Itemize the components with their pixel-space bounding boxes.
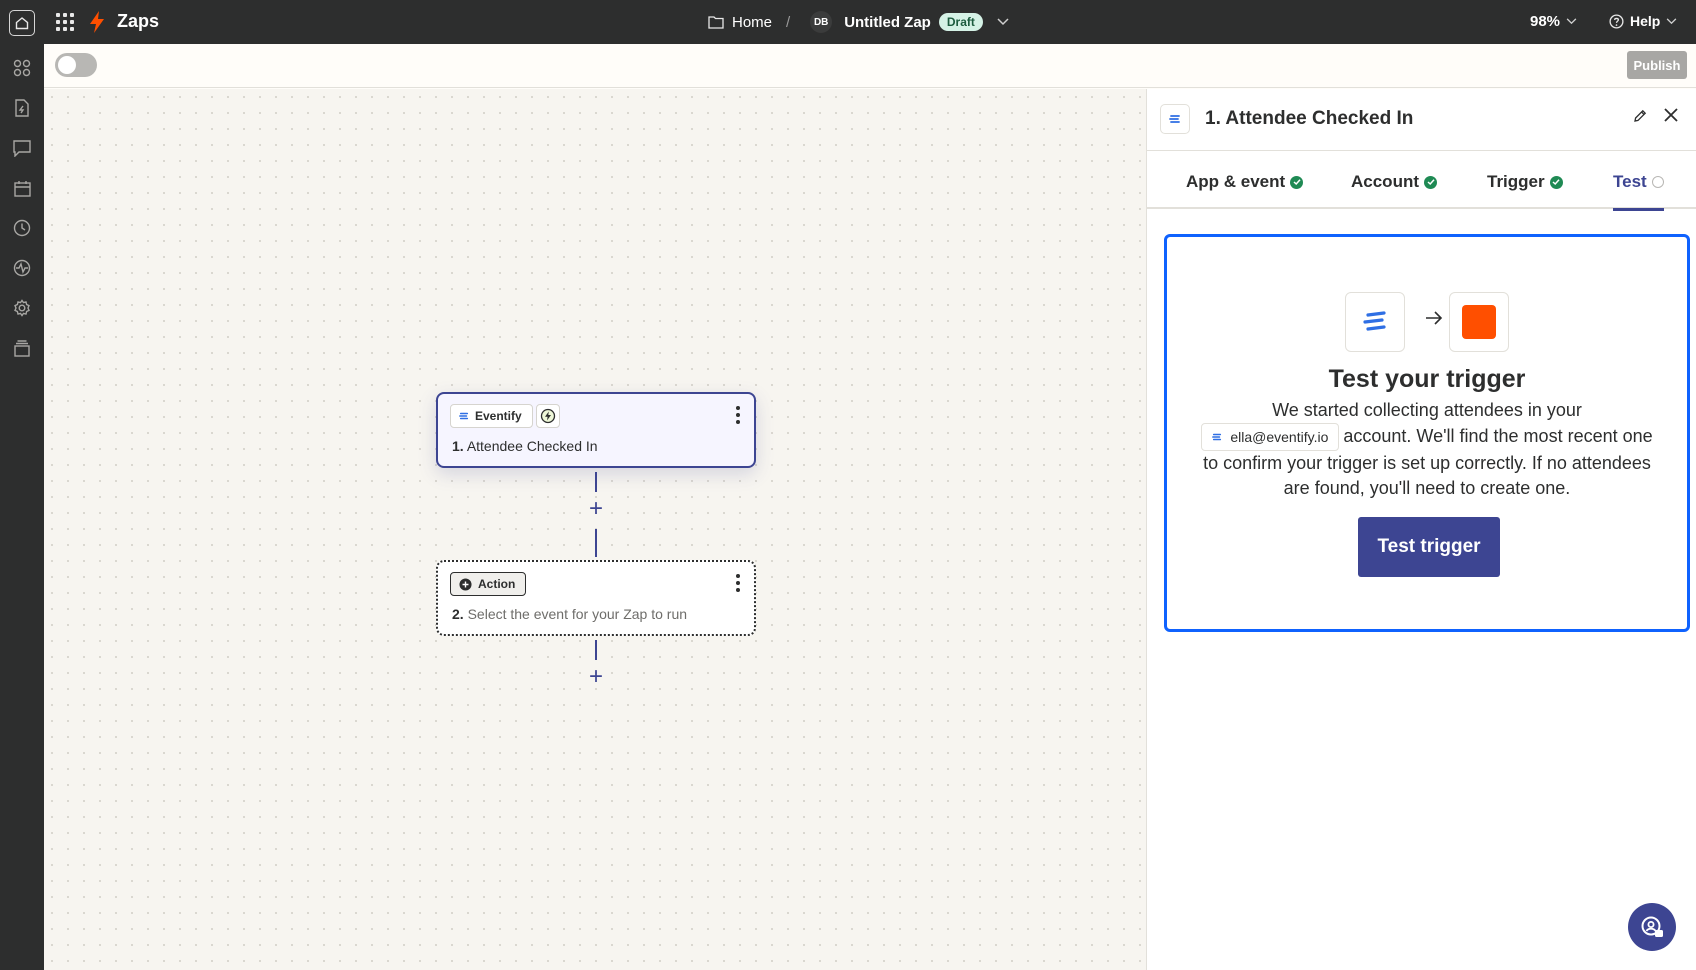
check-circle-icon bbox=[1549, 175, 1563, 189]
tab-test[interactable]: Test bbox=[1613, 167, 1664, 211]
avatar: DB bbox=[810, 11, 833, 33]
zap-file-icon[interactable] bbox=[12, 98, 32, 118]
pending-circle-icon bbox=[1651, 176, 1664, 188]
plus-circle-icon bbox=[459, 577, 472, 591]
zapier-logo-icon bbox=[1449, 292, 1509, 352]
check-circle-icon bbox=[1424, 175, 1437, 189]
left-rail bbox=[0, 44, 44, 970]
help-menu[interactable]: Help bbox=[1609, 13, 1677, 29]
more-options-icon[interactable] bbox=[736, 574, 740, 592]
zap-bolt-icon bbox=[90, 11, 104, 33]
publish-button[interactable]: Publish bbox=[1627, 51, 1687, 79]
step-number: 2. bbox=[452, 606, 464, 622]
breadcrumb-separator: / bbox=[786, 13, 791, 31]
test-card-description: We started collecting attendees in your … bbox=[1197, 398, 1657, 501]
zoom-level: 98% bbox=[1530, 13, 1561, 30]
chevron-down-icon bbox=[1667, 17, 1677, 24]
test-trigger-card: Test your trigger We started collecting … bbox=[1164, 234, 1690, 632]
test-trigger-button[interactable]: Test trigger bbox=[1358, 517, 1500, 577]
app-flow-graphic bbox=[1345, 292, 1511, 354]
folder-icon bbox=[708, 16, 724, 29]
action-chip-label: Action bbox=[478, 577, 516, 591]
check-circle-icon bbox=[1290, 175, 1304, 189]
zoom-selector[interactable]: 98% bbox=[1530, 13, 1577, 30]
tab-label: Trigger bbox=[1487, 172, 1545, 191]
step-placeholder: Select the event for your Zap to run bbox=[467, 606, 688, 622]
add-step-plus-icon[interactable]: + bbox=[589, 665, 603, 689]
breadcrumb: Home / DB Untitled Zap Draft bbox=[708, 0, 1009, 44]
trigger-step-card[interactable]: Eventify 1. Attendee Checked In bbox=[436, 392, 756, 468]
support-chat-icon bbox=[1641, 916, 1663, 937]
eventify-logo-icon bbox=[1345, 292, 1405, 352]
toggle-knob bbox=[58, 56, 76, 74]
support-chat-button[interactable] bbox=[1628, 903, 1676, 951]
connector-line bbox=[595, 529, 597, 557]
eventify-logo-icon bbox=[1212, 433, 1222, 441]
help-icon bbox=[1609, 13, 1624, 29]
tab-app-event[interactable]: App & event bbox=[1186, 167, 1304, 197]
description-line-1: We started collecting attendees in your bbox=[1272, 400, 1582, 420]
tab-account[interactable]: Account bbox=[1351, 167, 1437, 197]
edit-pencil-icon[interactable] bbox=[1633, 109, 1647, 123]
trigger-app-chip[interactable]: Eventify bbox=[450, 404, 533, 428]
app-grid-icon[interactable] bbox=[56, 13, 74, 31]
close-icon[interactable] bbox=[1663, 107, 1679, 123]
step-number: 1. bbox=[452, 438, 464, 454]
archive-icon[interactable] bbox=[12, 338, 32, 358]
settings-icon[interactable] bbox=[12, 298, 32, 318]
activity-icon[interactable] bbox=[12, 258, 32, 278]
apps-icon[interactable] bbox=[12, 58, 32, 78]
home-icon[interactable] bbox=[9, 10, 35, 36]
panel-header: 1. Attendee Checked In bbox=[1147, 89, 1696, 151]
panel-title: 1. Attendee Checked In bbox=[1205, 108, 1414, 129]
add-step-plus-icon[interactable]: + bbox=[589, 497, 603, 521]
action-step-title: 2. Select the event for your Zap to run bbox=[452, 606, 687, 622]
instant-trigger-badge bbox=[536, 404, 560, 428]
breadcrumb-home[interactable]: Home bbox=[732, 14, 772, 31]
connector-line bbox=[595, 640, 597, 660]
account-email: ella@eventify.io bbox=[1230, 428, 1329, 445]
chevron-down-icon[interactable] bbox=[997, 18, 1009, 26]
status-badge: Draft bbox=[938, 13, 983, 31]
zap-on-off-toggle[interactable] bbox=[55, 53, 97, 77]
tab-label: Account bbox=[1351, 172, 1419, 191]
connector-line bbox=[595, 472, 597, 492]
step-details-panel: 1. Attendee Checked In App & event Accou… bbox=[1146, 89, 1696, 970]
zap-canvas[interactable]: Eventify 1. Attendee Checked In + Action… bbox=[44, 89, 1146, 970]
editor-toolbar: Publish bbox=[44, 44, 1696, 88]
tab-label: Test bbox=[1613, 172, 1647, 191]
more-options-icon[interactable] bbox=[736, 406, 740, 424]
test-card-heading: Test your trigger bbox=[1328, 365, 1526, 393]
instant-bolt-icon bbox=[540, 408, 556, 424]
zap-name[interactable]: Untitled Zap bbox=[844, 14, 931, 31]
chevron-down-icon bbox=[1566, 18, 1577, 25]
trigger-app-label: Eventify bbox=[475, 409, 522, 423]
tab-trigger[interactable]: Trigger bbox=[1487, 167, 1563, 197]
trigger-step-title: 1. Attendee Checked In bbox=[452, 438, 598, 454]
tab-label: App & event bbox=[1186, 172, 1286, 191]
step-title: Attendee Checked In bbox=[466, 438, 598, 454]
step-tabs: App & event Account Trigger Test bbox=[1147, 151, 1696, 211]
action-chip[interactable]: Action bbox=[450, 572, 527, 596]
account-chip: ella@eventify.io bbox=[1201, 423, 1340, 451]
history-icon[interactable] bbox=[12, 218, 32, 238]
help-label: Help bbox=[1630, 13, 1661, 29]
arrow-right-icon bbox=[1426, 311, 1443, 325]
app-name[interactable]: Zaps bbox=[117, 11, 159, 32]
calendar-icon[interactable] bbox=[12, 178, 32, 198]
top-bar: Zaps Home / DB Untitled Zap Draft 98% He… bbox=[0, 0, 1696, 44]
chat-icon[interactable] bbox=[12, 138, 32, 158]
action-step-card[interactable]: Action 2. Select the event for your Zap … bbox=[436, 560, 756, 636]
eventify-logo-icon bbox=[1160, 104, 1190, 134]
eventify-logo-icon bbox=[459, 412, 469, 420]
